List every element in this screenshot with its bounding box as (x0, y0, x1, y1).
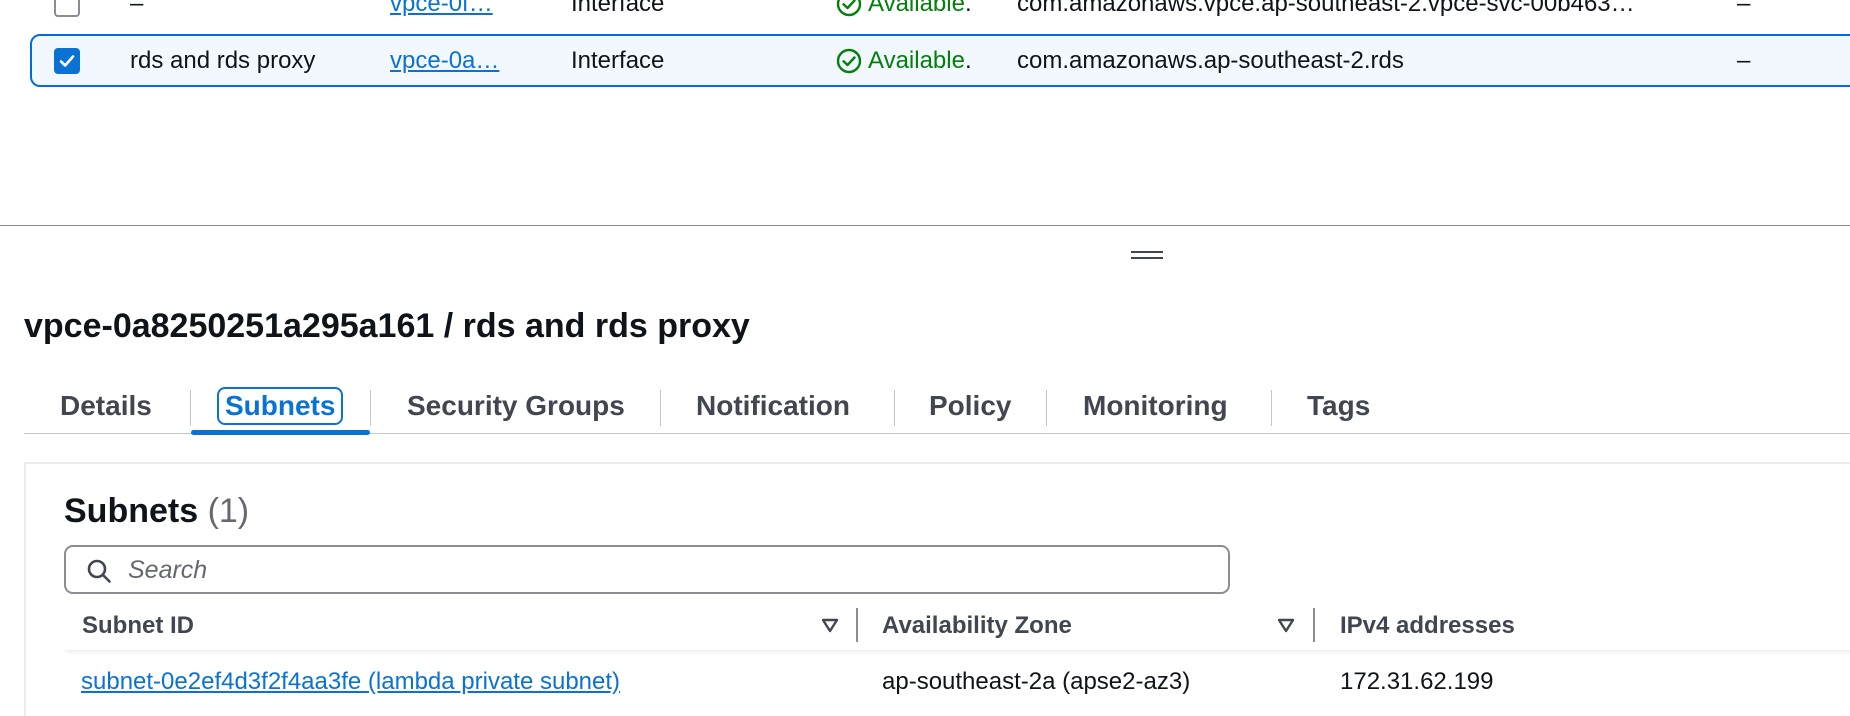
check-circle-icon (836, 0, 862, 16)
search-input[interactable] (128, 553, 1208, 587)
endpoint-id-link[interactable]: vpce-0f… (390, 0, 493, 18)
status-badge: Available. (836, 0, 972, 18)
tab-label: Policy (929, 390, 1012, 421)
sort-down-icon[interactable] (821, 618, 839, 634)
tab-list: Details Subnets Security Groups Notifica… (24, 378, 1850, 435)
endpoint-id-link[interactable]: vpce-0a… (390, 47, 499, 75)
tab-divider (660, 390, 661, 426)
tab-details[interactable]: Details (60, 378, 152, 434)
search-box (64, 545, 1230, 594)
row-checkbox[interactable] (54, 0, 80, 17)
tab-divider (894, 390, 895, 426)
table-row: subnet-0e2ef4d3f2f4aa3fe (lambda private… (64, 662, 1850, 706)
tab-divider (190, 390, 191, 426)
tab-label: Details (60, 390, 152, 421)
column-resizer[interactable] (856, 608, 858, 642)
ipv4-cell: 172.31.62.199 (1340, 668, 1494, 695)
availability-zone-cell: ap-southeast-2a (apse2-az3) (882, 668, 1191, 695)
status-dot: . (964, 46, 972, 74)
tab-label: Security Groups (407, 390, 625, 421)
tab-notification[interactable]: Notification (696, 378, 850, 434)
search-icon (87, 559, 111, 583)
split-panel-resize-handle[interactable] (1131, 251, 1163, 261)
subnets-count: (1) (207, 492, 250, 530)
row-checkbox-checked[interactable] (54, 47, 80, 74)
tab-security-groups[interactable]: Security Groups (407, 378, 625, 434)
sort-down-icon[interactable] (1277, 618, 1295, 634)
subnets-heading-text: Subnets (64, 492, 199, 530)
checkmark-icon (59, 54, 75, 67)
active-tab-indicator (191, 430, 370, 435)
endpoint-extra: – (1737, 46, 1751, 74)
column-header-availability-zone[interactable]: Availability Zone (882, 612, 1072, 640)
page-title: vpce-0a8250251a295a161 / rds and rds pro… (24, 307, 750, 345)
tab-label: Tags (1307, 390, 1371, 421)
tab-label: Subnets (217, 387, 344, 425)
tab-divider (370, 390, 371, 426)
endpoint-name: – (130, 0, 144, 17)
tab-monitoring[interactable]: Monitoring (1083, 378, 1228, 434)
column-resizer[interactable] (1313, 608, 1315, 642)
table-header: Subnet ID Availability Zone IPv4 address… (64, 606, 1850, 650)
endpoints-table: – vpce-0f… Interface Available. com.amaz… (0, 0, 1850, 226)
status-dot: . (964, 0, 972, 17)
column-header-ipv4[interactable]: IPv4 addresses (1340, 612, 1515, 640)
endpoint-type: Interface (571, 46, 665, 74)
table-row-selected[interactable]: rds and rds proxy vpce-0a… Interface Ava… (30, 34, 1850, 87)
table-row[interactable]: – vpce-0f… Interface Available. com.amaz… (30, 0, 1850, 30)
service-name: com.amazonaws.vpce.ap-southeast-2.vpce-s… (1017, 0, 1635, 17)
tab-subnets[interactable]: Subnets (217, 378, 344, 434)
tab-label: Monitoring (1083, 390, 1228, 421)
subnets-heading: Subnets (1) (64, 492, 249, 531)
tab-divider (1271, 390, 1272, 426)
tab-label: Notification (696, 390, 850, 421)
subnet-id-link[interactable]: subnet-0e2ef4d3f2f4aa3fe (lambda private… (81, 668, 620, 696)
endpoint-extra: – (1737, 0, 1751, 17)
endpoint-name: rds and rds proxy (130, 46, 316, 74)
status-text: Available (868, 0, 965, 17)
column-header-subnet-id[interactable]: Subnet ID (82, 612, 194, 640)
status-badge: Available. (836, 47, 972, 75)
endpoint-type: Interface (571, 0, 665, 17)
service-name: com.amazonaws.ap-southeast-2.rds (1017, 46, 1404, 74)
tab-divider (1046, 390, 1047, 426)
subnets-container: Subnets (1) Subnet ID Availability Zone … (24, 462, 1850, 716)
check-circle-icon (836, 48, 862, 73)
status-text: Available (868, 46, 965, 74)
tab-tags[interactable]: Tags (1307, 378, 1370, 434)
tab-policy[interactable]: Policy (929, 378, 1011, 434)
